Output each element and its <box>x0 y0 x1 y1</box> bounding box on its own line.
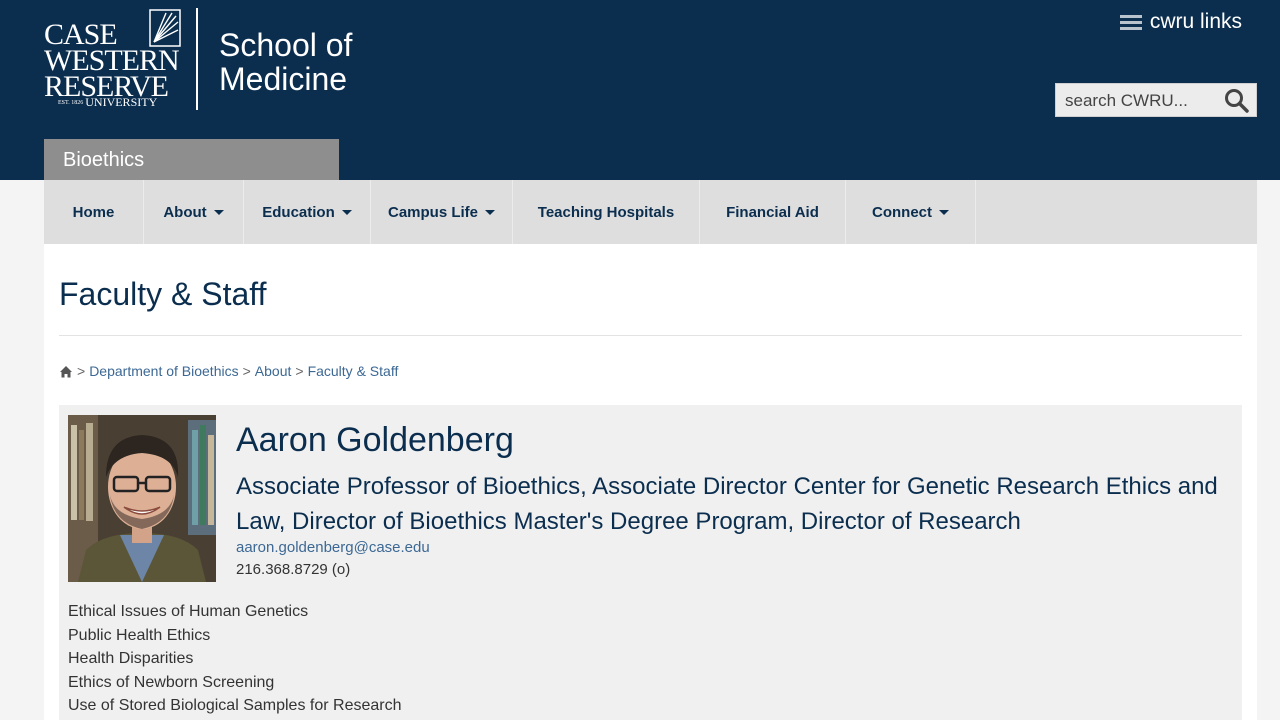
search-icon[interactable] <box>1224 88 1250 114</box>
main-nav: Home About Education Campus Life Teachin… <box>44 180 1257 244</box>
logo-university-text: UNIVERSITY <box>85 95 158 109</box>
faculty-name: Aaron Goldenberg <box>236 421 514 459</box>
list-item: Public Health Ethics <box>68 626 211 644</box>
research-interests-list: Ethical Issues of Human Genetics Public … <box>68 600 402 718</box>
list-item: Health Disparities <box>68 650 194 667</box>
cwru-links-label: cwru links <box>1149 10 1242 33</box>
faculty-profile-card: Aaron Goldenberg Associate Professor of … <box>59 405 1242 720</box>
title-divider <box>59 335 1242 336</box>
nav-financial-aid-label: Financial Aid <box>726 203 819 221</box>
search-box <box>1055 83 1257 117</box>
list-item: Ethical Issues of Human Genetics <box>68 603 309 620</box>
nav-home[interactable]: Home <box>44 180 144 244</box>
nav-financial-aid[interactable]: Financial Aid <box>700 180 846 244</box>
school-line-2: Medicine <box>219 61 348 97</box>
breadcrumb-about[interactable]: About <box>255 363 292 379</box>
caret-down-icon <box>341 209 352 215</box>
faculty-email-link[interactable]: aaron.goldenberg@case.edu <box>236 539 430 556</box>
nav-teaching-hospitals[interactable]: Teaching Hospitals <box>513 180 700 244</box>
school-line-1: School of <box>219 27 353 63</box>
university-logo[interactable]: CASE WESTERN RESERVE EST. 1826 UNIVERSITY <box>44 8 186 112</box>
caret-down-icon <box>213 209 224 215</box>
site-header: CASE WESTERN RESERVE EST. 1826 UNIVERSITY… <box>0 0 1280 180</box>
hamburger-icon <box>1119 12 1142 33</box>
logo-divider <box>196 8 198 110</box>
nav-connect[interactable]: Connect <box>846 180 976 244</box>
caret-down-icon <box>485 209 495 215</box>
nav-education-label: Education <box>262 203 335 221</box>
faculty-phone: 216.368.8729 (o) <box>236 561 351 578</box>
main-content: Faculty & Staff > Department of Bioethic… <box>44 244 1257 720</box>
logo-line-university: EST. 1826 UNIVERSITY <box>58 96 157 108</box>
nav-education[interactable]: Education <box>244 180 371 244</box>
cwru-links-toggle[interactable]: cwru links <box>1119 10 1242 34</box>
list-item: Use of Stored Biological Samples for Res… <box>68 697 402 714</box>
nav-campus-life[interactable]: Campus Life <box>371 180 513 244</box>
caret-down-icon <box>939 209 949 215</box>
breadcrumb-separator: > <box>77 363 86 379</box>
nav-connect-label: Connect <box>872 203 932 221</box>
breadcrumb-separator: > <box>242 363 251 379</box>
nav-about-label: About <box>163 203 207 221</box>
breadcrumb: > Department of Bioethics > About > Facu… <box>59 363 398 379</box>
breadcrumb-separator: > <box>295 363 304 379</box>
logo-est: EST. 1826 <box>58 100 84 107</box>
nav-campus-life-label: Campus Life <box>387 203 478 221</box>
list-item: Ethics of Newborn Screening <box>68 673 275 691</box>
faculty-title: Associate Professor of Bioethics, Associ… <box>236 473 1218 535</box>
department-tab[interactable]: Bioethics <box>44 139 339 180</box>
school-name[interactable]: School of Medicine <box>219 28 352 96</box>
nav-home-label: Home <box>72 203 115 221</box>
breadcrumb-department[interactable]: Department of Bioethics <box>89 363 238 379</box>
search-input[interactable] <box>1065 91 1220 111</box>
nav-about[interactable]: About <box>144 180 244 244</box>
breadcrumb-faculty-staff[interactable]: Faculty & Staff <box>308 363 399 379</box>
profile-photo <box>68 415 216 582</box>
page-title: Faculty & Staff <box>59 276 267 312</box>
home-icon[interactable] <box>59 365 73 378</box>
nav-teaching-hospitals-label: Teaching Hospitals <box>537 203 675 221</box>
